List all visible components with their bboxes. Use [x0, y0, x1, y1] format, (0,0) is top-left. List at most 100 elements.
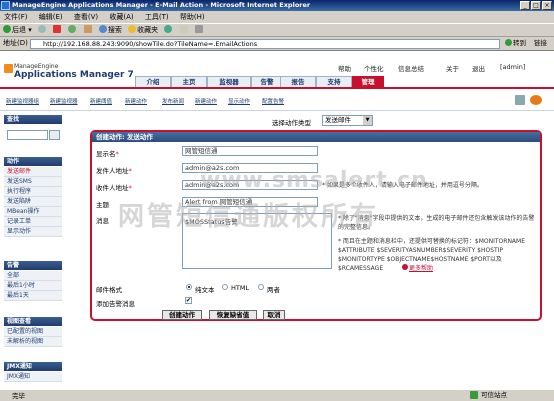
panel-title: 创建动作: 发送动作: [92, 132, 540, 142]
sidebar-search-input[interactable]: [7, 130, 48, 140]
about-link[interactable]: 关于: [446, 63, 459, 73]
sidebar-item-last-day[interactable]: 最后1天: [4, 291, 62, 301]
subnav-new-action-2[interactable]: 新建动作: [195, 97, 217, 105]
format-both-label: 两者: [267, 286, 280, 294]
personalize-link[interactable]: 个性化: [364, 63, 384, 73]
sidebar-item-log-ticket[interactable]: 记录工单: [4, 217, 62, 227]
menu-tools[interactable]: 工具(T): [145, 13, 169, 21]
tab-home[interactable]: 主页: [171, 76, 207, 87]
subnav-new-action[interactable]: 新建动作: [125, 97, 147, 105]
tab-admin[interactable]: 管理: [352, 76, 384, 87]
sidebar-search-button[interactable]: [49, 130, 60, 140]
subnav-new-threshold[interactable]: 新建阈值: [90, 97, 112, 105]
sidebar-item-all-alarms[interactable]: 全部: [4, 271, 62, 281]
tab-monitors[interactable]: 监视器: [207, 76, 251, 87]
to-label: 收件人地址*: [96, 184, 132, 192]
tab-alarms[interactable]: 告警: [251, 76, 283, 87]
help-icon: [402, 264, 408, 270]
menu-help[interactable]: 帮助(H): [180, 13, 205, 21]
menu-favorites[interactable]: 收藏(A): [109, 13, 133, 21]
sidebar-item-show-actions[interactable]: 显示动作: [4, 227, 62, 237]
variables-help-text: * 而且在主题和消息栏中，还提供可替换的标记符：$MONITORNAME $AT…: [338, 238, 526, 272]
search-button[interactable]: 搜索: [98, 24, 122, 37]
refresh-icon: [68, 25, 77, 33]
action-type-label: 选择动作类型: [272, 119, 311, 127]
more-help-link[interactable]: 更多帮助: [402, 264, 433, 273]
sidebar-item-send-sms[interactable]: 发送SMS: [4, 177, 62, 187]
append-alarm-checkbox[interactable]: ✔: [185, 297, 192, 304]
name-field[interactable]: 网管短信通: [182, 146, 318, 156]
refresh-button[interactable]: [68, 24, 77, 37]
format-both-radio[interactable]: [258, 284, 264, 290]
action-type-select[interactable]: 发送邮件 ▼: [322, 115, 373, 126]
menu-edit[interactable]: 编辑(E): [39, 13, 63, 21]
print-page-icon[interactable]: [515, 95, 525, 105]
forward-arrow-icon: [37, 25, 46, 33]
history-icon: [164, 25, 173, 33]
subnav-new-monitor[interactable]: 新建监视器: [50, 97, 78, 105]
menu-bar: 文件(F) 编辑(E) 查看(V) 收藏(A) 工具(T) 帮助(H): [0, 11, 554, 23]
tab-reports[interactable]: 报告: [280, 76, 316, 87]
sidebar-item-mbean-op[interactable]: MBean操作: [4, 207, 62, 217]
sidebar-item-exec-program[interactable]: 执行程序: [4, 187, 62, 197]
address-input[interactable]: http://192.168.88.243:9090/showTile.do?T…: [30, 39, 500, 49]
sidebar-actions-title: 动作: [4, 157, 62, 166]
maximize-button[interactable]: □: [531, 1, 541, 10]
close-button[interactable]: ×: [542, 1, 552, 10]
create-action-button[interactable]: 创建动作: [162, 310, 202, 320]
subnav-configure-alarm[interactable]: 配置告警: [262, 97, 284, 105]
admin-subnav: 新建监视器组 新建监视器 新建阈值 新建动作 发布新闻 新建动作 显示动作 配置…: [0, 89, 554, 111]
format-plain-radio[interactable]: [186, 284, 192, 290]
main-tabs: 介绍 主页 监视器 告警 报告 支持 管理: [130, 76, 540, 87]
user-label: [admin]: [500, 63, 526, 71]
stop-icon: [53, 25, 62, 33]
sidebar-item-jmx-notify[interactable]: JMX通知: [4, 372, 62, 382]
favorites-button[interactable]: 收藏夹: [128, 24, 158, 37]
help-link[interactable]: 帮助: [338, 63, 351, 73]
home-button[interactable]: [83, 24, 93, 37]
star-icon: [128, 25, 137, 33]
go-arrow-icon: [505, 39, 512, 46]
tab-intro[interactable]: 介绍: [135, 76, 171, 87]
logout-link[interactable]: 退出: [472, 63, 485, 73]
subnav-new-monitor-group[interactable]: 新建监视器组: [6, 97, 39, 105]
sidebar-jmx-title: JMX通知: [4, 362, 62, 371]
stop-button[interactable]: [53, 24, 62, 37]
summary-link[interactable]: 信息总结: [398, 63, 424, 73]
format-html-radio[interactable]: [222, 284, 228, 290]
go-button[interactable]: 转到: [505, 38, 531, 49]
status-text: 完毕: [12, 392, 25, 400]
mail-button[interactable]: [179, 24, 189, 37]
forward-button[interactable]: [37, 24, 47, 37]
print-button[interactable]: [194, 24, 204, 37]
trusted-zone-icon: [470, 391, 478, 399]
tab-support[interactable]: 支持: [316, 76, 352, 87]
cancel-button[interactable]: 取消: [263, 310, 285, 320]
zone-text: 可信站点: [481, 391, 507, 399]
message-label: 消息: [96, 217, 109, 225]
menu-view[interactable]: 查看(V): [74, 13, 98, 21]
subnav-show-actions[interactable]: 显示动作: [228, 97, 250, 105]
sidebar-alarms-title: 告警: [4, 261, 62, 270]
sidebar-item-send-email[interactable]: 发送邮件: [4, 167, 62, 177]
browser-toolbar: 后退 ▾ 搜索 收藏夹: [0, 23, 554, 37]
append-alarm-label: 添加告警消息: [96, 300, 135, 308]
sidebar-item-send-trap[interactable]: 发送陷阱: [4, 197, 62, 207]
back-button[interactable]: 后退 ▾: [3, 24, 32, 37]
minimize-button[interactable]: _: [520, 1, 530, 10]
address-label: 地址(D): [3, 39, 28, 47]
menu-file[interactable]: 文件(F): [4, 13, 28, 21]
history-button[interactable]: [164, 24, 173, 37]
action-type-value: 发送邮件: [325, 116, 351, 124]
sidebar-item-unresolved-views[interactable]: 未解析的视图: [4, 337, 62, 347]
sidebar-item-last-hour[interactable]: 最后1小时: [4, 281, 62, 291]
restore-defaults-button[interactable]: 恢复缺省值: [209, 310, 257, 320]
ie-app-icon: [1, 1, 10, 10]
links-button[interactable]: 链接: [534, 38, 547, 49]
support-icon[interactable]: [530, 95, 542, 105]
subnav-publish-news[interactable]: 发布新闻: [162, 97, 184, 105]
window-title-bar: ManageEngine Applications Manager - E-Ma…: [0, 0, 554, 11]
sidebar-item-configured-views[interactable]: 已配置的视图: [4, 327, 62, 337]
sidebar-views-title: 视图查看: [4, 317, 62, 326]
format-label: 邮件格式: [96, 286, 122, 294]
